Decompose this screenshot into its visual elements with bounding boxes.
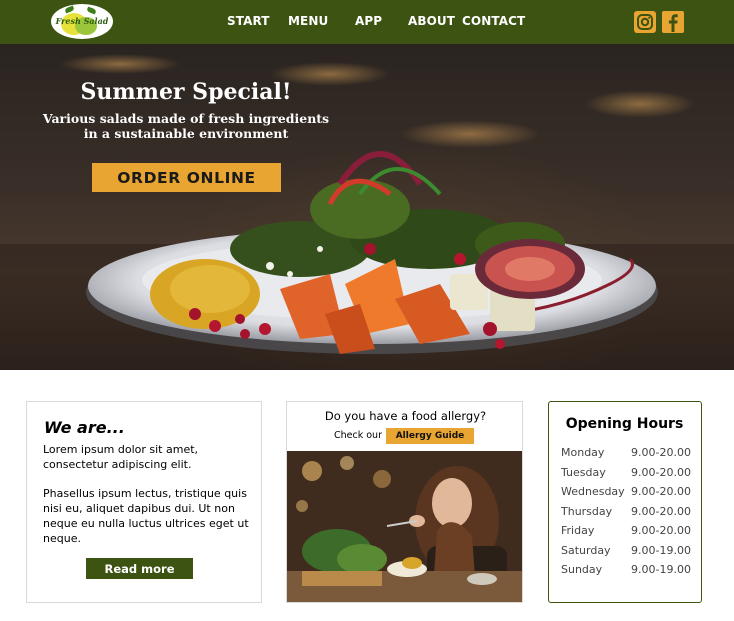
hours-time: 9.00-20.00 bbox=[631, 446, 691, 459]
allergy-guide-button[interactable]: Allergy Guide bbox=[386, 428, 474, 444]
nav-link-menu[interactable]: MENU bbox=[288, 14, 328, 28]
hours-day: Tuesday bbox=[561, 466, 606, 479]
allergy-card: Do you have a food allergy? Check our Al… bbox=[286, 401, 523, 603]
nav-link-about[interactable]: ABOUT bbox=[408, 14, 455, 28]
about-card: We are... Lorem ipsum dolor sit amet, co… bbox=[26, 401, 262, 603]
logo-leaf-shape bbox=[86, 6, 97, 15]
nav-link-contact[interactable]: CONTACT bbox=[462, 14, 525, 28]
hero-banner: Summer Special! Various salads made of f… bbox=[0, 44, 734, 370]
hours-time: 9.00-20.00 bbox=[631, 466, 691, 479]
hours-time: 9.00-19.00 bbox=[631, 544, 691, 557]
about-paragraph-2: Phasellus ipsum lectus, tristique quis n… bbox=[43, 487, 249, 545]
hours-day: Saturday bbox=[561, 544, 611, 557]
opening-hours-heading: Opening Hours bbox=[565, 416, 684, 432]
hours-day: Wednesday bbox=[561, 485, 625, 498]
hero-subtitle-line-1: Various salads made of fresh ingredients bbox=[42, 111, 330, 126]
hours-day: Thursday bbox=[561, 505, 613, 518]
allergy-prefix-text: Check our bbox=[334, 430, 382, 441]
about-paragraph-1: Lorem ipsum dolor sit amet, consectetur … bbox=[43, 443, 199, 471]
allergy-question: Do you have a food allergy? bbox=[324, 409, 487, 423]
nav-link-start[interactable]: START bbox=[227, 14, 270, 28]
logo-text: Fresh Salad bbox=[55, 16, 109, 26]
about-heading: We are... bbox=[44, 418, 125, 437]
hours-time: 9.00-20.00 bbox=[631, 524, 691, 537]
hero-title: Summer Special! bbox=[80, 79, 292, 105]
opening-hours-card: Opening Hours Monday 9.00-20.00 Tuesday … bbox=[548, 401, 702, 603]
restaurant-woman-photo bbox=[287, 451, 522, 602]
hours-day: Friday bbox=[561, 524, 595, 537]
hero-subtitle-line-2: in a sustainable environment bbox=[83, 126, 289, 141]
read-more-button[interactable]: Read more bbox=[86, 558, 193, 579]
top-navigation-bar: Fresh Salad START MENU APP ABOUT CONTACT bbox=[0, 0, 734, 44]
hours-time: 9.00-20.00 bbox=[631, 505, 691, 518]
nav-link-app[interactable]: APP bbox=[355, 14, 382, 28]
hours-time: 9.00-20.00 bbox=[631, 485, 691, 498]
facebook-icon[interactable] bbox=[662, 11, 684, 33]
hours-day: Monday bbox=[561, 446, 605, 459]
instagram-icon[interactable] bbox=[634, 11, 656, 33]
order-online-button[interactable]: ORDER ONLINE bbox=[92, 163, 281, 192]
fresh-salad-logo[interactable]: Fresh Salad bbox=[51, 4, 113, 39]
hours-time: 9.00-19.00 bbox=[631, 563, 691, 576]
hours-day: Sunday bbox=[561, 563, 603, 576]
